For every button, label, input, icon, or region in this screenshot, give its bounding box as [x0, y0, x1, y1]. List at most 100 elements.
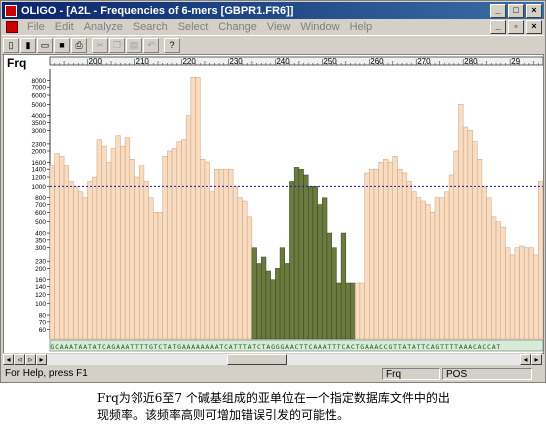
sequence-base: T [398, 343, 402, 351]
sequence-base: A [290, 343, 294, 351]
sequence-base: A [431, 343, 435, 351]
frequency-bar [148, 197, 154, 340]
y-tick-label: 60 [39, 327, 47, 334]
undo-icon[interactable]: ↶ [143, 37, 159, 53]
sequence-base: C [487, 343, 491, 351]
frequency-bar [481, 186, 487, 340]
doc-minimize-button[interactable]: _ [490, 20, 506, 34]
scroll-right-icon[interactable]: ▹ [25, 354, 36, 365]
status-bar: For Help, press F1 Frq POS [2, 367, 544, 381]
open-folder-icon[interactable]: ▭ [37, 37, 53, 53]
y-tick-label: 3500 [32, 120, 47, 127]
y-tick-label: 1000 [32, 184, 47, 191]
menu-search[interactable]: Search [133, 21, 168, 33]
menu-edit[interactable]: Edit [55, 21, 74, 33]
sequence-base: G [435, 343, 439, 351]
frequency-bar [392, 156, 398, 340]
sequence-base: T [454, 343, 458, 351]
scroll-track[interactable] [47, 354, 520, 365]
scroll-end-left-icon[interactable]: ◂ [520, 354, 531, 365]
sequence-base: A [248, 343, 252, 351]
horizontal-scrollbar[interactable]: ◂ ◃ ▹ ▸ ◂ ▸ [3, 353, 542, 366]
x-tick-label: 250 [323, 57, 337, 66]
close-button[interactable]: × [526, 4, 542, 18]
frequency-bar [87, 181, 93, 340]
caption-line-2: 现频率。该频率高则可增加错误引发的可能性。 [97, 408, 350, 422]
sequence-base: C [257, 343, 261, 351]
frequency-bar [77, 191, 84, 340]
frequency-bar [242, 200, 248, 340]
sequence-base: A [93, 343, 97, 351]
maximize-button[interactable]: □ [508, 4, 524, 18]
paste-icon[interactable]: ▤ [126, 37, 142, 53]
help-icon[interactable]: ? [164, 37, 180, 53]
copy-icon[interactable]: ❐ [109, 37, 125, 53]
scroll-left-icon[interactable]: ◃ [14, 354, 25, 365]
sequence-base: A [182, 343, 186, 351]
menu-window[interactable]: Window [300, 21, 339, 33]
frequency-bar [509, 254, 516, 340]
sequence-base: T [252, 343, 256, 351]
frequency-bar [157, 212, 163, 340]
document-icon[interactable] [6, 21, 18, 33]
sequence-base: A [403, 343, 407, 351]
sequence-base: T [262, 343, 266, 351]
y-tick-label: 2000 [32, 149, 47, 156]
sequence-base: C [473, 343, 477, 351]
scroll-end-right-icon[interactable]: ▸ [531, 354, 542, 365]
frequency-bar [68, 181, 74, 340]
frequency-bar [354, 282, 361, 340]
frq-label: Frq [7, 56, 27, 70]
sequence-base: C [224, 343, 228, 351]
scroll-thumb[interactable] [227, 354, 287, 365]
y-tick-label: 600 [35, 210, 46, 217]
sequence-base: A [196, 343, 200, 351]
frequency-bar [397, 168, 403, 340]
menu-analyze[interactable]: Analyze [84, 21, 123, 33]
frequency-bar [303, 174, 309, 340]
y-tick-label: 400 [35, 231, 46, 238]
y-tick-label: 80 [39, 313, 47, 320]
cut-icon[interactable]: ✂ [92, 37, 108, 53]
new-doc-icon[interactable]: ▮ [20, 37, 36, 53]
sequence-base: A [168, 343, 172, 351]
frequency-bar [472, 141, 478, 340]
menu-select[interactable]: Select [178, 21, 209, 33]
menu-view[interactable]: View [267, 21, 291, 33]
frequency-bar [322, 197, 328, 340]
sequence-base: C [384, 343, 388, 351]
save-icon[interactable]: ■ [54, 37, 70, 53]
y-tick-label: 200 [35, 266, 46, 273]
scroll-last-icon[interactable]: ▸ [36, 354, 47, 365]
frequency-bar [96, 139, 102, 340]
frequency-bar [369, 168, 375, 340]
minimize-button[interactable]: _ [490, 4, 506, 18]
frequency-bar [181, 139, 187, 340]
menu-file[interactable]: File [27, 21, 45, 33]
frequency-bar [228, 168, 234, 340]
new-icon[interactable]: ▯ [3, 37, 19, 53]
sequence-base: A [313, 343, 317, 351]
doc-close-button[interactable]: × [526, 20, 542, 34]
y-tick-label: 6000 [32, 93, 47, 100]
frequency-bar [251, 247, 257, 340]
sequence-base: C [295, 343, 299, 351]
frequency-bar [528, 247, 534, 340]
menu-change[interactable]: Change [218, 21, 257, 33]
doc-restore-button[interactable]: ▫ [508, 20, 524, 34]
frequency-bar [500, 226, 506, 340]
sequence-base: A [412, 343, 416, 351]
frequency-bar [167, 150, 173, 340]
frequency-bar [223, 168, 229, 340]
menu-help[interactable]: Help [350, 21, 373, 33]
scroll-first-icon[interactable]: ◂ [3, 354, 14, 365]
sequence-base: T [393, 343, 397, 351]
frequency-bar [331, 247, 337, 340]
frequency-bar [106, 162, 112, 340]
frequency-bar [265, 270, 271, 340]
print-icon[interactable]: ⎙ [71, 37, 87, 53]
frequency-bar [411, 191, 417, 340]
frequency-bar [284, 263, 290, 340]
sequence-base: T [421, 343, 425, 351]
frequency-bar [101, 145, 107, 340]
